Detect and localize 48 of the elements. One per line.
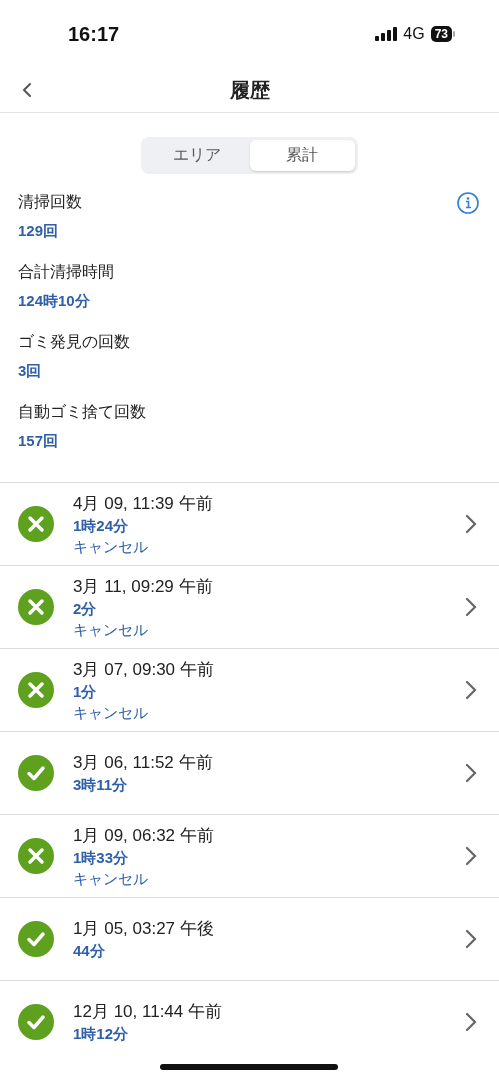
cancel-icon: [18, 506, 54, 542]
chevron-icon: [465, 680, 477, 700]
status-time: 16:17: [68, 22, 120, 46]
battery-level: 73: [430, 26, 452, 42]
cancel-icon: [18, 838, 54, 874]
history-status: キャンセル: [73, 703, 149, 723]
stat-value: 157回: [18, 432, 59, 451]
stat-label: 合計清掃時間: [18, 262, 114, 282]
history-date: 1月 09, 06:32 午前: [73, 824, 215, 847]
segment-tab[interactable]: エリア: [144, 140, 250, 171]
history-duration: 1分: [73, 682, 98, 702]
history-date: 3月 11, 09:29 午前: [73, 575, 214, 598]
history-date: 12月 10, 11:44 午前: [73, 1001, 223, 1023]
history-status: キャンセル: [73, 537, 149, 557]
stat-label: 清掃回数: [18, 192, 82, 212]
chevron-icon: [465, 514, 477, 534]
history-status: キャンセル: [73, 620, 149, 640]
check-icon: [18, 921, 54, 957]
page-title: 履歴: [229, 77, 270, 103]
stat-value: 3回: [18, 362, 42, 381]
history-duration: 3時11分: [73, 776, 129, 795]
history-status: キャンセル: [73, 869, 149, 889]
check-icon: [18, 1004, 54, 1040]
history-duration: 1時12分: [73, 1025, 130, 1044]
check-icon: [18, 755, 54, 791]
stat-label: 自動ゴミ捨て回数: [18, 402, 146, 422]
history-date: 1月 05, 03:27 午後: [73, 918, 215, 940]
history-date: 3月 06, 11:52 午前: [73, 752, 214, 774]
chevron-icon: [465, 1012, 477, 1032]
history-date: 4月 09, 11:39 午前: [73, 492, 214, 515]
history-date: 3月 07, 09:30 午前: [73, 658, 215, 681]
cancel-icon: [18, 589, 54, 625]
history-duration: 1時33分: [73, 848, 130, 868]
stat-value: 129回: [18, 222, 59, 241]
history-duration: 44分: [73, 942, 106, 961]
stat-value: 124時10分: [18, 292, 90, 311]
stat-label: ゴミ発見の回数: [18, 332, 130, 352]
history-duration: 1時24分: [73, 516, 130, 536]
chevron-icon: [465, 763, 477, 783]
cancel-icon: [18, 672, 54, 708]
chevron-icon: [465, 597, 477, 617]
history-duration: 2分: [73, 599, 98, 619]
info-icon[interactable]: [457, 192, 479, 214]
chevron-icon: [465, 929, 477, 949]
network-label: 4G: [403, 25, 425, 43]
chevron-icon: [465, 846, 477, 866]
signal-icon: [375, 27, 398, 41]
segment-tab[interactable]: 累計: [249, 140, 355, 171]
